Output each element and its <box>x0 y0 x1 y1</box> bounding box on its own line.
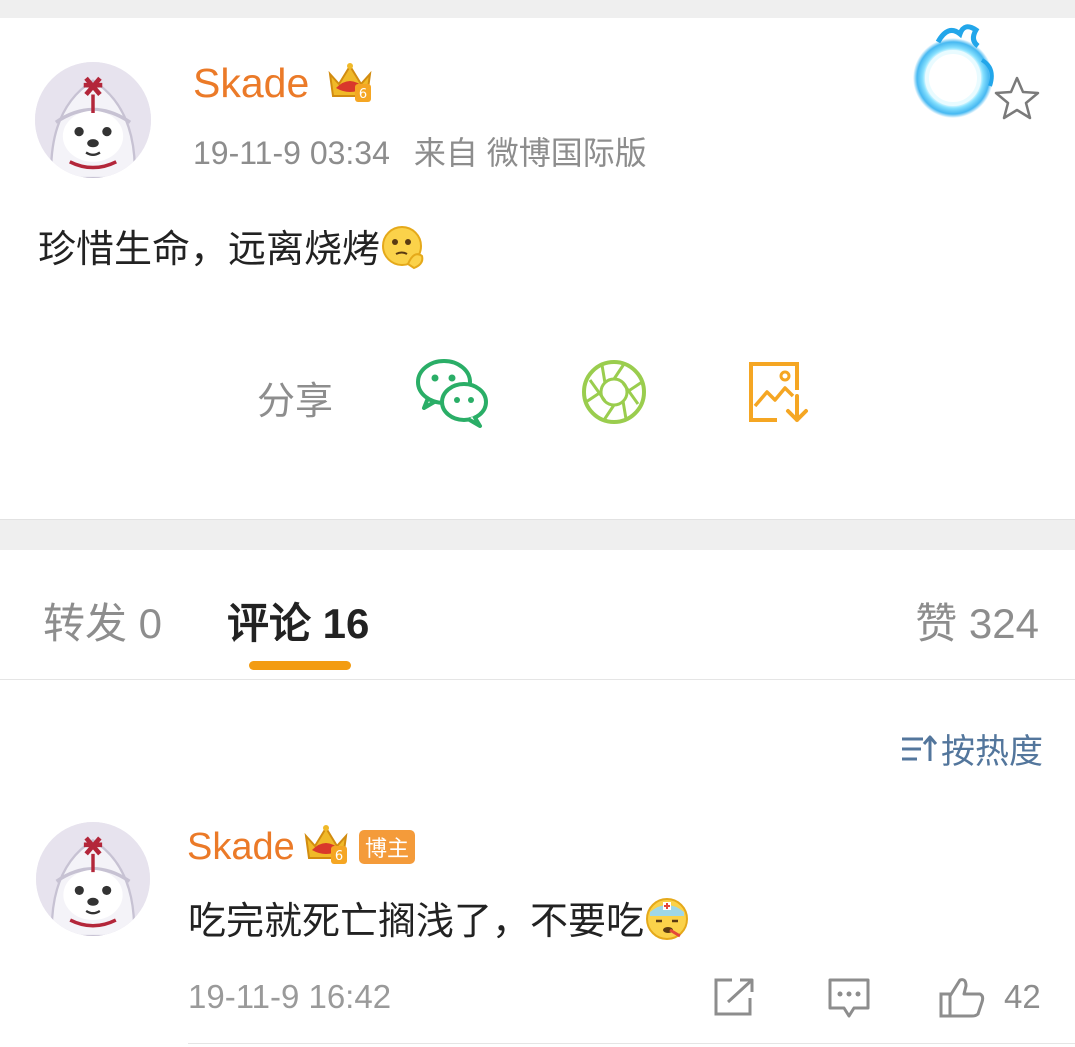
comment-like-icon[interactable] <box>938 974 986 1020</box>
post-text: 珍惜生命，远离烧烤 <box>38 218 426 273</box>
owner-badge: 博主 <box>359 830 415 864</box>
active-tab-indicator <box>249 661 351 670</box>
sick-emoji-icon <box>646 898 689 940</box>
tab-repost[interactable]: 转发 0 <box>43 590 162 651</box>
post-source: 来自 微博国际版 <box>413 135 647 171</box>
wechat-icon[interactable] <box>414 356 490 428</box>
comment-avatar[interactable] <box>36 822 150 936</box>
post-text-content: 珍惜生命，远离烧烤 <box>38 227 381 271</box>
post-time: 19-11-9 03:34 <box>193 135 390 171</box>
share-label: 分享 <box>257 379 334 423</box>
comment-divider <box>188 1043 1075 1044</box>
fire-ring-icon <box>913 24 994 118</box>
tab-comment[interactable]: 评论 16 <box>227 590 369 651</box>
save-image-icon[interactable] <box>745 360 811 426</box>
comment-text: 吃完就死亡搁浅了，不要吃 <box>188 890 690 945</box>
comment-repost-icon[interactable] <box>712 976 756 1018</box>
top-band <box>0 0 1075 18</box>
comment-time: 19-11-9 16:42 <box>188 978 392 1015</box>
vip-crown-icon[interactable]: 6 <box>327 60 373 104</box>
svg-text:6: 6 <box>359 87 367 102</box>
comment-username[interactable]: Skade <box>187 826 295 869</box>
vip-crown-icon[interactable]: 6 <box>303 822 349 866</box>
sort-button[interactable]: 按热度 <box>899 724 1043 773</box>
sort-icon <box>902 735 937 761</box>
favorite-star-icon[interactable] <box>992 74 1042 124</box>
post-username[interactable]: Skade <box>193 60 309 107</box>
avatar-image <box>35 62 151 178</box>
avatar-image <box>36 822 150 936</box>
section-divider <box>0 519 1075 550</box>
post-avatar[interactable] <box>35 62 151 178</box>
tab-divider <box>0 679 1075 680</box>
comment-reply-icon[interactable] <box>826 976 872 1020</box>
tab-like[interactable]: 赞 324 <box>915 590 1039 651</box>
svg-text:6: 6 <box>335 849 343 864</box>
moments-icon[interactable] <box>580 358 648 426</box>
comment-like-count: 42 <box>1004 978 1041 1015</box>
comment-text-content: 吃完就死亡搁浅了，不要吃 <box>188 899 645 943</box>
thinking-emoji-icon <box>382 226 424 270</box>
sort-label: 按热度 <box>941 732 1043 772</box>
post-meta: 19-11-9 03:34 来自 微博国际版 <box>193 128 647 174</box>
